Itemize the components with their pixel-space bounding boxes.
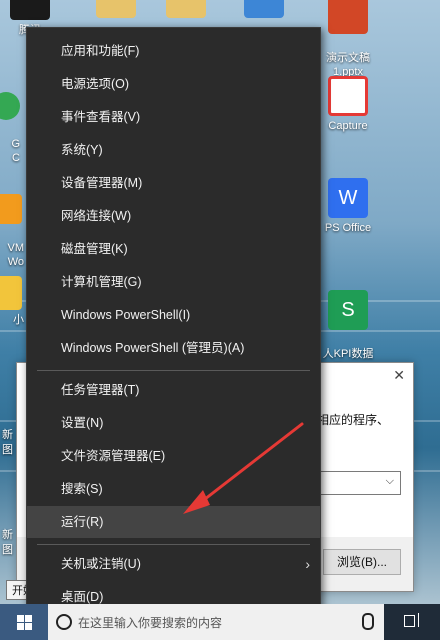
run-description: 相应的程序、 [317,413,390,427]
desktop-icon-label: PS Office [324,222,372,234]
desktop-icon-label: G C [11,138,20,164]
desktop-partial-label: 新 图 [2,529,13,556]
menu-item-event-viewer[interactable]: 事件查看器(V) [27,101,320,133]
menu-item-task-manager[interactable]: 任务管理器(T) [27,374,320,406]
menu-item-disk-management[interactable]: 磁盘管理(K) [27,233,320,265]
desktop-icon-small[interactable]: 小 [0,276,24,327]
vmware-icon [0,194,22,224]
menu-item-label: 关机或注销(U) [61,557,141,571]
winx-menu: 应用和功能(F) 电源选项(O) 事件查看器(V) 系统(Y) 设备管理器(M)… [26,27,321,619]
wps-icon: W [328,178,368,218]
folder-icon [96,0,136,18]
capture-icon [328,76,368,116]
menu-item-powershell-admin[interactable]: Windows PowerShell (管理员)(A) [27,332,320,364]
microphone-icon[interactable] [362,613,374,630]
menu-separator [37,544,310,545]
desktop-partial-label: 新 图 [2,429,13,456]
desktop-icon-chrome[interactable]: G C [0,78,20,179]
menu-item-shutdown[interactable]: 关机或注销(U) › [27,548,320,580]
chevron-right-icon: › [305,556,310,572]
folder-icon [166,0,206,18]
menu-item-run[interactable]: 运行(R) [27,506,320,538]
menu-item-computer-management[interactable]: 计算机管理(G) [27,266,320,298]
desktop-icon-label: 小 [13,314,24,326]
desktop-icon-folder-1[interactable] [80,0,152,21]
browse-button[interactable]: 浏览(B)... [323,549,401,575]
chrome-icon [0,92,20,120]
menu-item-apps-features[interactable]: 应用和功能(F) [27,35,320,67]
desktop-icon-doc[interactable] [228,0,300,21]
folder-icon [0,276,22,310]
qq-icon [10,0,50,20]
menu-item-power-options[interactable]: 电源选项(O) [27,68,320,100]
desktop-icon-capture[interactable]: Capture [312,76,384,133]
menu-item-search[interactable]: 搜索(S) [27,473,320,505]
desktop-icon-label: 演示文稿 1.pptx [326,52,370,78]
taskbar-search-box[interactable]: 在这里输入你要搜索的内容 [48,604,384,640]
desktop-icon-label: VM Wo [7,242,25,268]
desktop-icon-folder-2[interactable] [150,0,222,21]
menu-item-settings[interactable]: 设置(N) [27,407,320,439]
chevron-down-icon[interactable]: ⌵ [386,475,394,488]
menu-item-device-manager[interactable]: 设备管理器(M) [27,167,320,199]
menu-item-powershell[interactable]: Windows PowerShell(I) [27,299,320,331]
windows-logo-icon [17,615,32,630]
xlsx-icon: S [328,290,368,330]
menu-separator [37,370,310,371]
start-button[interactable] [0,604,48,640]
search-icon [56,614,72,630]
document-icon [244,0,284,18]
search-placeholder: 在这里输入你要搜索的内容 [78,616,223,630]
desktop-icon-wps[interactable]: W PS Office [312,178,384,235]
run-open-combobox[interactable]: ⌵ [317,471,401,495]
menu-item-file-explorer[interactable]: 文件资源管理器(E) [27,440,320,472]
close-icon[interactable]: ✕ [393,367,405,384]
menu-item-system[interactable]: 系统(Y) [27,134,320,166]
desktop-icon-vm[interactable]: VM Wo [0,180,24,283]
desktop-icon-label: Capture [328,120,368,132]
taskbar: 在这里输入你要搜索的内容 [0,604,440,640]
task-view-icon[interactable] [404,613,420,629]
menu-item-network-connections[interactable]: 网络连接(W) [27,200,320,232]
pptx-icon [328,0,368,34]
